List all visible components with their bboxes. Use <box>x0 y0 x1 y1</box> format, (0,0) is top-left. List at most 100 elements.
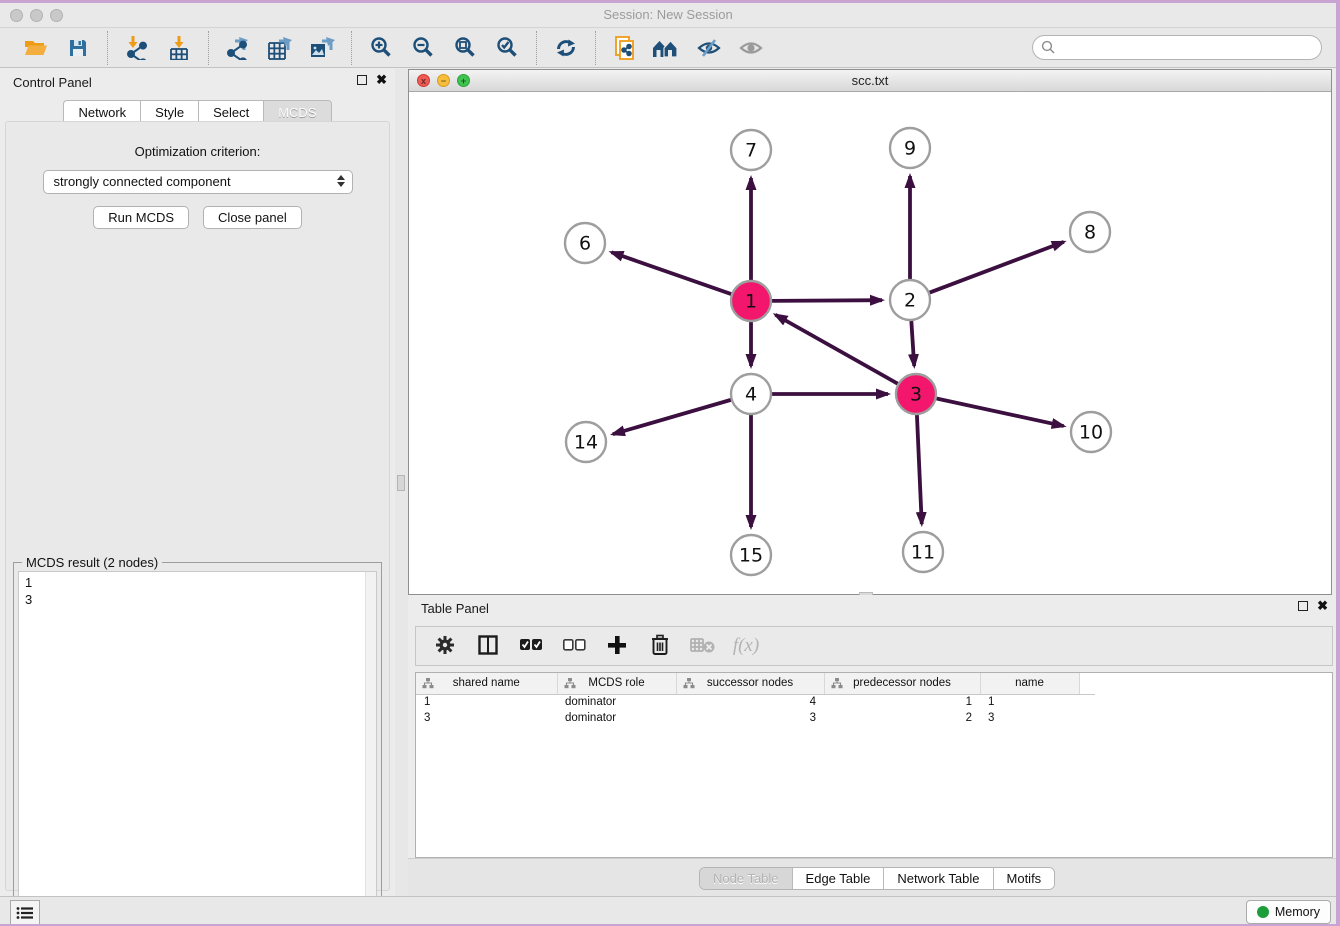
graph-edge-1-2[interactable] <box>772 300 882 301</box>
table-cell[interactable]: 1 <box>980 694 1079 710</box>
graph-edge-2-8[interactable] <box>930 242 1064 293</box>
svg-text:1: 1 <box>745 291 757 313</box>
show-all-button[interactable] <box>733 32 769 64</box>
graph-node-4[interactable]: 4 <box>731 374 771 414</box>
graph-node-7[interactable]: 7 <box>731 130 771 170</box>
table-row[interactable]: 1dominator411 <box>416 694 1095 710</box>
export-table-button[interactable] <box>262 32 298 64</box>
graph-node-9[interactable]: 9 <box>890 128 930 168</box>
memory-button[interactable]: Memory <box>1246 900 1331 924</box>
table-row[interactable]: 3dominator323 <box>416 710 1095 726</box>
column-header-successor-nodes[interactable]: successor nodes <box>676 673 824 694</box>
select-all-rows-icon <box>519 638 543 655</box>
zoom-in-icon <box>370 36 393 59</box>
delete-column-button[interactable] <box>647 633 673 659</box>
svg-text:3: 3 <box>910 384 922 406</box>
apply-layout-button[interactable] <box>548 32 584 64</box>
import-network-icon <box>125 36 149 60</box>
delete-column-icon <box>651 634 669 659</box>
zoom-fit-button[interactable] <box>447 32 483 64</box>
tab-motifs[interactable]: Motifs <box>994 868 1055 889</box>
column-layout-button[interactable] <box>475 633 501 659</box>
table-cell[interactable]: 2 <box>824 710 980 726</box>
graph-edge-2-3[interactable] <box>911 321 914 366</box>
svg-text:2: 2 <box>904 290 916 312</box>
table-panel-float-icon[interactable] <box>1298 601 1308 611</box>
tab-node-table[interactable]: Node Table <box>700 868 793 889</box>
first-neighbors-icon <box>652 37 682 59</box>
graph-node-15[interactable]: 15 <box>731 535 771 575</box>
network-view-window: x − + scc.txt 7968124314101511 <box>408 69 1332 595</box>
duplicate-network-button[interactable] <box>607 32 643 64</box>
graph-node-11[interactable]: 11 <box>903 532 943 572</box>
graph-node-6[interactable]: 6 <box>565 223 605 263</box>
toolbar-separator <box>536 31 537 65</box>
control-panel-float-icon[interactable] <box>357 75 367 85</box>
close-panel-button[interactable]: Close panel <box>203 206 302 229</box>
window-titlebar: Session: New Session <box>0 3 1336 28</box>
run-mcds-button[interactable]: Run MCDS <box>93 206 189 229</box>
deselect-all-rows-button[interactable] <box>561 633 587 659</box>
table-cell[interactable]: 3 <box>676 710 824 726</box>
splitter-handle[interactable] <box>397 475 405 491</box>
result-scrollbar[interactable] <box>365 572 376 924</box>
optimization-criterion-label: Optimization criterion: <box>6 144 389 159</box>
toolbar-separator <box>351 31 352 65</box>
control-panel-close-icon[interactable]: ✖ <box>376 75 387 85</box>
zoom-in-button[interactable] <box>363 32 399 64</box>
import-network-button[interactable] <box>119 32 155 64</box>
save-session-button[interactable] <box>60 32 96 64</box>
graph-edge-3-11[interactable] <box>917 415 922 524</box>
table-cell[interactable]: 3 <box>980 710 1079 726</box>
graph-edge-1-6[interactable] <box>611 252 731 294</box>
hide-selected-button[interactable] <box>691 32 727 64</box>
search-input[interactable] <box>1032 35 1322 60</box>
table-panel-close-icon[interactable]: ✖ <box>1317 601 1328 611</box>
network-canvas[interactable]: 7 9 6 8 1 2 4 3 14 10 15 11 <box>409 92 1331 594</box>
tab-edge-table[interactable]: Edge Table <box>793 868 885 889</box>
graph-edge-4-14[interactable] <box>613 400 731 434</box>
select-stepper-icon <box>337 175 345 187</box>
node-table: shared nameMCDS rolesuccessor nodesprede… <box>415 672 1333 858</box>
table-cell[interactable]: 1 <box>824 694 980 710</box>
add-column-button[interactable] <box>604 633 630 659</box>
table-cell[interactable]: dominator <box>557 694 676 710</box>
tab-network-table[interactable]: Network Table <box>884 868 993 889</box>
task-history-button[interactable] <box>10 900 40 924</box>
column-header-MCDS-role[interactable]: MCDS role <box>557 673 676 694</box>
zoom-out-button[interactable] <box>405 32 441 64</box>
export-network-button[interactable] <box>220 32 256 64</box>
search-icon <box>1041 40 1055 54</box>
table-settings-gear-button[interactable] <box>432 633 458 659</box>
function-builder-button: f(x) <box>733 633 759 659</box>
criterion-select[interactable]: strongly connected component <box>43 170 353 194</box>
export-image-button[interactable] <box>304 32 340 64</box>
graph-node-1[interactable]: 1 <box>731 281 771 321</box>
open-session-button[interactable] <box>18 32 54 64</box>
import-table-button[interactable] <box>161 32 197 64</box>
graph-edge-3-10[interactable] <box>937 398 1064 426</box>
graph-edge-3-1[interactable] <box>775 315 897 384</box>
table-cell[interactable]: 4 <box>676 694 824 710</box>
toolbar-separator <box>595 31 596 65</box>
mcds-result-text[interactable]: 1 3 <box>18 571 377 924</box>
column-header-name[interactable]: name <box>980 673 1079 694</box>
select-all-rows-button[interactable] <box>518 633 544 659</box>
graph-node-3[interactable]: 3 <box>896 374 936 414</box>
graph-node-14[interactable]: 14 <box>566 422 606 462</box>
table-cell[interactable]: 1 <box>416 694 557 710</box>
toolbar-separator <box>107 31 108 65</box>
first-neighbors-button[interactable] <box>649 32 685 64</box>
zoom-selected-button[interactable] <box>489 32 525 64</box>
graph-node-8[interactable]: 8 <box>1070 212 1110 252</box>
vertical-splitter[interactable] <box>395 69 408 896</box>
graph-node-10[interactable]: 10 <box>1071 412 1111 452</box>
table-cell[interactable]: 3 <box>416 710 557 726</box>
control-panel-title: Control Panel <box>13 75 92 90</box>
control-panel: Control Panel ✖ NetworkStyleSelectMCDS O… <box>0 69 395 896</box>
graph-node-2[interactable]: 2 <box>890 280 930 320</box>
column-header-predecessor-nodes[interactable]: predecessor nodes <box>824 673 980 694</box>
svg-text:14: 14 <box>574 432 598 454</box>
table-cell[interactable]: dominator <box>557 710 676 726</box>
column-header-shared-name[interactable]: shared name <box>416 673 557 694</box>
